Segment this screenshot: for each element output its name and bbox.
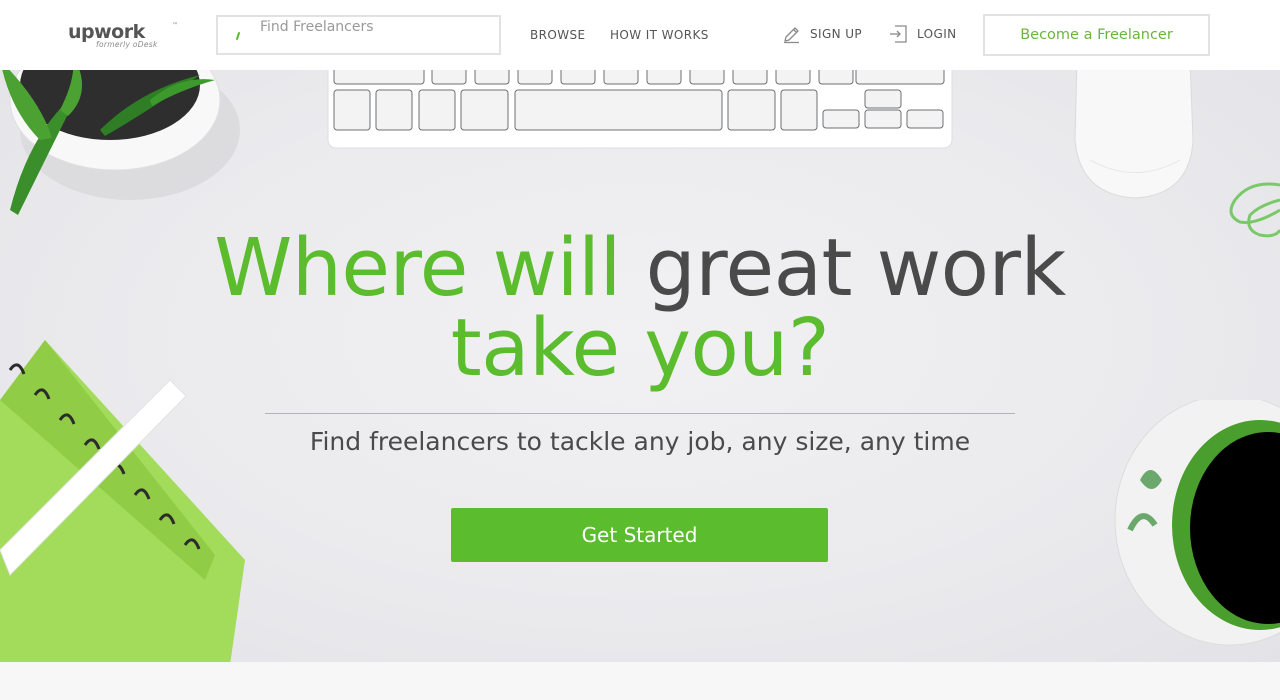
headline-green-part-1: Where will xyxy=(214,222,621,314)
headline-dark-part: great work xyxy=(645,222,1067,314)
logo-trademark: ™ xyxy=(172,22,178,29)
login-label: LOGIN xyxy=(917,27,957,41)
nav-browse[interactable]: BROWSE xyxy=(530,27,585,43)
sign-up-label: SIGN UP xyxy=(810,27,863,41)
hero-headline: Where will great work take you? xyxy=(0,228,1280,388)
search-input[interactable] xyxy=(260,17,490,37)
search-icon xyxy=(234,27,244,43)
hero-subline: Find freelancers to tackle any job, any … xyxy=(309,427,971,456)
login-arrow-icon xyxy=(889,24,908,44)
nav-sign-up[interactable]: SIGN UP xyxy=(782,24,862,44)
pencil-icon xyxy=(782,24,801,44)
nav-how-it-works[interactable]: HOW IT WORKS xyxy=(610,27,709,43)
become-freelancer-button[interactable]: Become a Freelancer xyxy=(983,14,1210,56)
upwork-logo[interactable]: upwork ™ formerly oDesk xyxy=(68,20,180,50)
hero-section: Where will great work take you? Find fre… xyxy=(0,70,1280,662)
keyboard-image xyxy=(327,70,953,149)
notebook-image xyxy=(0,340,245,662)
logo-subtitle: formerly oDesk xyxy=(96,40,158,49)
site-header: upwork ™ formerly oDesk BROWSE HOW IT WO… xyxy=(0,0,1280,70)
headline-divider xyxy=(265,413,1015,414)
mouse-image xyxy=(1074,70,1194,199)
headline-green-part-2: take you? xyxy=(450,302,830,394)
below-fold-section xyxy=(0,662,1280,700)
search-box[interactable] xyxy=(216,15,501,55)
get-started-button[interactable]: Get Started xyxy=(451,508,828,562)
nav-login[interactable]: LOGIN xyxy=(889,24,957,44)
